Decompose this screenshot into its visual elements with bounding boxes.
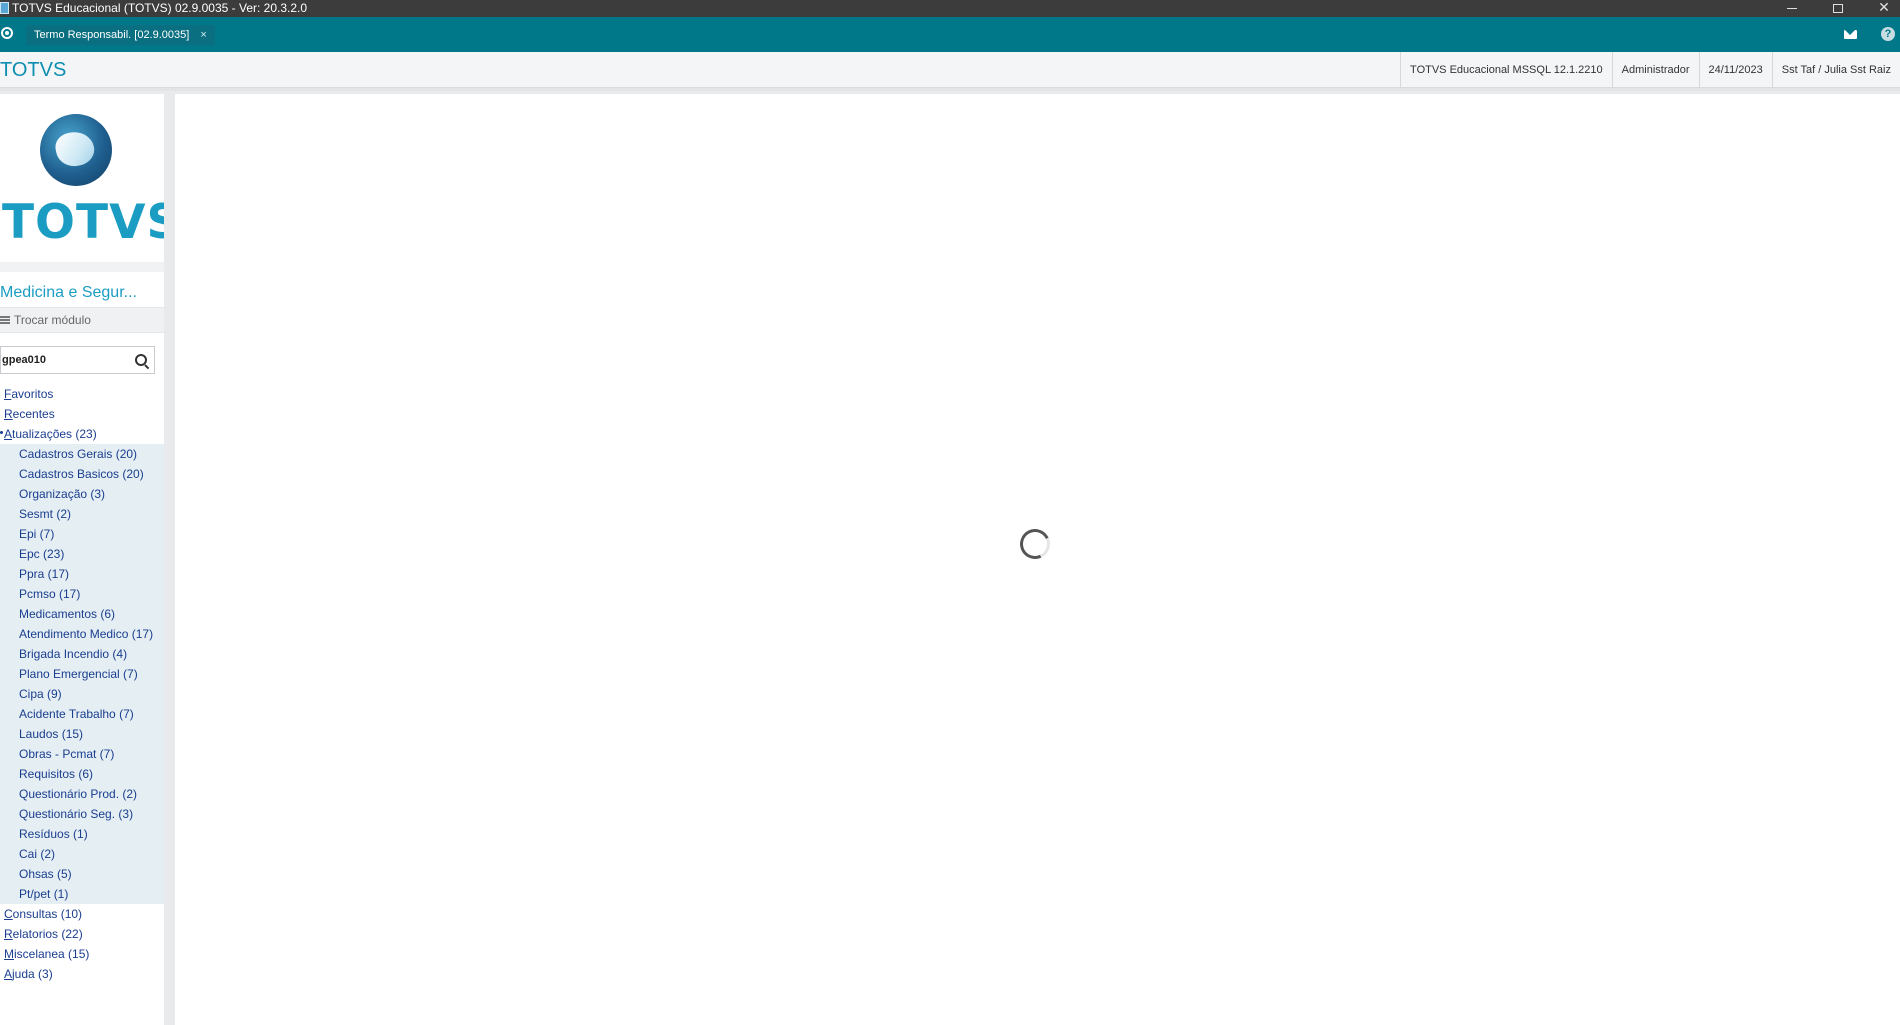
menu-tree: Favoritos Recentes Atualizações (23) Cad… <box>0 384 164 984</box>
menu-label: tualizações (23) <box>12 427 97 441</box>
menu-item-ajuda[interactable]: Ajuda (3) <box>0 964 164 984</box>
submenu-item[interactable]: Pt/pet (1) <box>0 884 164 904</box>
menu-item-consultas[interactable]: Consultas (10) <box>0 904 164 924</box>
submenu-item[interactable]: Cadastros Basicos (20) <box>0 464 164 484</box>
header-divider <box>0 88 1900 91</box>
branch-label[interactable]: Sst Taf / Julia Sst Raiz <box>1771 52 1900 88</box>
submenu-item[interactable]: Questionário Prod. (2) <box>0 784 164 804</box>
expanded-marker <box>0 431 3 434</box>
submenu-item[interactable]: Sesmt (2) <box>0 504 164 524</box>
search-icon[interactable] <box>135 354 147 366</box>
mail-icon[interactable] <box>1844 30 1857 39</box>
submenu-item[interactable]: Epc (23) <box>0 544 164 564</box>
submenu-item[interactable]: Laudos (15) <box>0 724 164 744</box>
module-title: Medicina e Segur... <box>0 284 137 301</box>
tab-label: Termo Responsabil. [02.9.0035] <box>34 29 190 41</box>
menu-label: elatorios (22) <box>12 927 83 941</box>
menu-item-favoritos[interactable]: Favoritos <box>0 384 164 404</box>
menu-accel: A <box>4 967 13 981</box>
submenu-item[interactable]: Epi (7) <box>0 524 164 544</box>
submenu-item[interactable]: Resíduos (1) <box>0 824 164 844</box>
maximize-button[interactable] <box>1818 0 1858 17</box>
submenu-item[interactable]: Requisitos (6) <box>0 764 164 784</box>
submenu-item[interactable]: Organização (3) <box>0 484 164 504</box>
switch-module-button[interactable]: Trocar módulo <box>0 307 164 333</box>
submenu-item[interactable]: Atendimento Medico (17) <box>0 624 164 644</box>
hamburger-icon <box>0 315 10 324</box>
help-icon[interactable]: ? <box>1881 27 1895 41</box>
tab-bar: Termo Responsabil. [02.9.0035] × ? <box>0 17 1900 52</box>
logo-text: TOTVS <box>2 195 182 250</box>
brand-title: TOTVS <box>0 59 67 81</box>
menu-item-atualizacoes[interactable]: Atualizações (23) <box>0 424 164 444</box>
menu-accel: R <box>4 927 13 941</box>
submenu-item[interactable]: Ppra (17) <box>0 564 164 584</box>
menu-label: juda (3) <box>12 967 53 981</box>
environment-label[interactable]: TOTVS Educacional MSSQL 12.1.2210 <box>1400 52 1612 88</box>
submenu-atualizacoes: Cadastros Gerais (20) Cadastros Basicos … <box>0 444 164 904</box>
minimize-button[interactable] <box>1772 0 1812 17</box>
menu-accel: A <box>4 427 13 441</box>
submenu-item[interactable]: Pcmso (17) <box>0 584 164 604</box>
submenu-item[interactable]: Obras - Pcmat (7) <box>0 744 164 764</box>
menu-accel: C <box>4 907 13 921</box>
submenu-item[interactable]: Questionário Seg. (3) <box>0 804 164 824</box>
menu-label: avoritos <box>11 387 54 401</box>
submenu-item[interactable]: Cipa (9) <box>0 684 164 704</box>
minimize-icon <box>1787 8 1797 10</box>
submenu-item[interactable]: Cai (2) <box>0 844 164 864</box>
submenu-item[interactable]: Plano Emergencial (7) <box>0 664 164 684</box>
menu-item-miscelanea[interactable]: Miscelanea (15) <box>0 944 164 964</box>
submenu-item[interactable]: Brigada Incendio (4) <box>0 644 164 664</box>
tab-close-icon[interactable]: × <box>200 29 206 41</box>
tab-termo-responsabil[interactable]: Termo Responsabil. [02.9.0035] × <box>26 25 215 45</box>
menu-item-recentes[interactable]: Recentes <box>0 404 164 424</box>
module-card: Medicina e Segur... Trocar módulo Favori… <box>0 272 164 1025</box>
main-content <box>175 94 1900 1025</box>
switch-module-label: Trocar módulo <box>14 313 91 327</box>
menu-label: ecentes <box>12 407 55 421</box>
totvs-logo-icon <box>40 114 112 186</box>
submenu-item[interactable]: Acidente Trabalho (7) <box>0 704 164 724</box>
submenu-item[interactable]: Medicamentos (6) <box>0 604 164 624</box>
sidebar: TOTVS Medicina e Segur... Trocar módulo … <box>0 94 182 1025</box>
submenu-item[interactable]: Cadastros Gerais (20) <box>0 444 164 464</box>
app-header: TOTVS TOTVS Educacional MSSQL 12.1.2210 … <box>0 52 1900 88</box>
logo-card: TOTVS <box>0 94 182 262</box>
menu-item-relatorios[interactable]: Relatorios (22) <box>0 924 164 944</box>
os-titlebar: TOTVS Educacional (TOTVS) 02.9.0035 - Ve… <box>0 0 1900 17</box>
date-label[interactable]: 24/11/2023 <box>1698 52 1772 88</box>
menu-accel: M <box>4 947 14 961</box>
mouse-cursor-icon <box>1210 753 1222 771</box>
window-title: TOTVS Educacional (TOTVS) 02.9.0035 - Ve… <box>12 1 308 15</box>
search-input[interactable] <box>2 351 122 369</box>
sidebar-gutter <box>164 94 175 1025</box>
home-icon[interactable] <box>1 27 13 39</box>
restore-icon <box>1833 4 1843 13</box>
menu-accel: R <box>4 407 13 421</box>
loading-spinner-icon <box>1015 524 1055 564</box>
menu-label: iscelanea (15) <box>14 947 90 961</box>
menu-label: onsultas (10) <box>12 907 83 921</box>
submenu-item[interactable]: Ohsas (5) <box>0 864 164 884</box>
close-window-button[interactable]: ✕ <box>1864 0 1900 17</box>
header-info: TOTVS Educacional MSSQL 12.1.2210 Admini… <box>1400 52 1900 88</box>
menu-search <box>0 346 155 374</box>
app-icon <box>0 2 9 14</box>
user-label[interactable]: Administrador <box>1611 52 1699 88</box>
